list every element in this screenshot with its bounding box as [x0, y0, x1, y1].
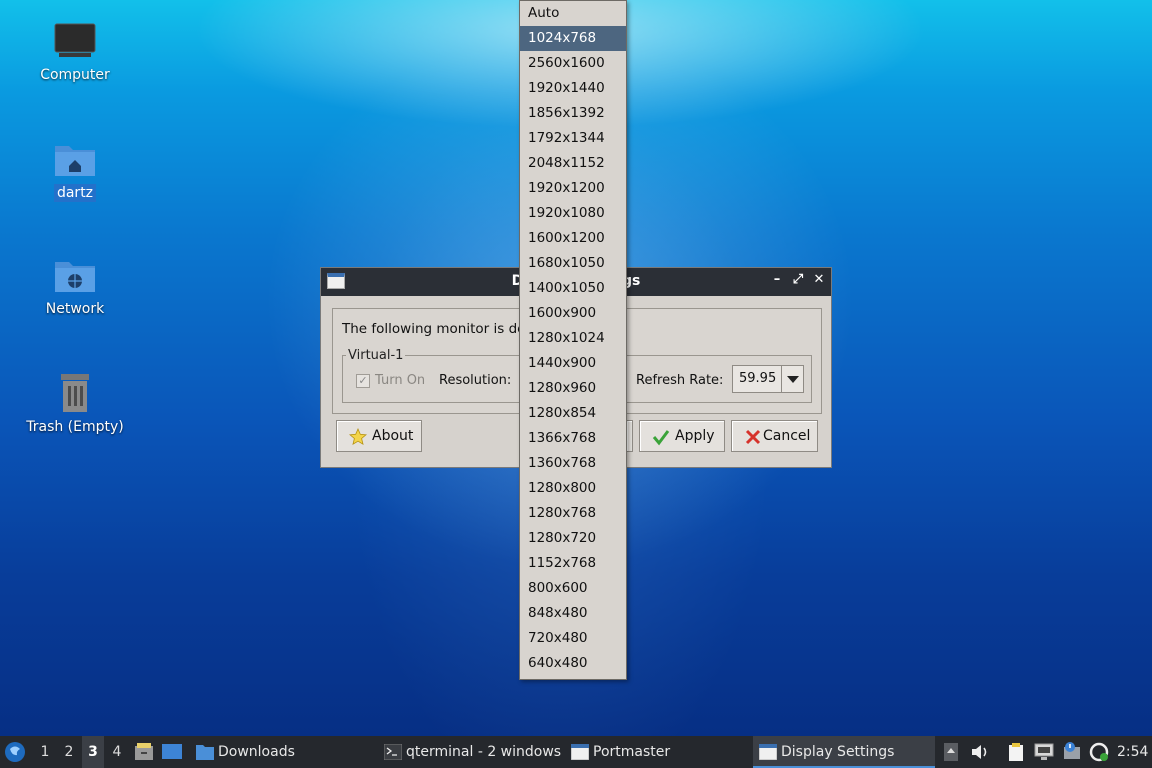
resolution-option[interactable]: 848x480	[520, 601, 626, 626]
desktop-icon-trash[interactable]: Trash (Empty)	[15, 372, 135, 436]
refresh-rate-value: 59.95	[739, 371, 777, 386]
desktop-icon-label: Trash (Empty)	[26, 419, 124, 435]
star-icon	[349, 428, 367, 446]
computer-icon	[54, 23, 96, 57]
minimize-icon[interactable]: –	[769, 272, 785, 290]
workspace-1[interactable]: 1	[34, 736, 56, 768]
quicklaunch-file-manager[interactable]	[134, 736, 156, 768]
resolution-option[interactable]: 1152x768	[520, 551, 626, 576]
show-desktop-icon	[162, 744, 182, 759]
resolution-option[interactable]: 1280x854	[520, 401, 626, 426]
desktop-icon-label: Computer	[40, 67, 110, 83]
update-icon	[1089, 742, 1109, 762]
desktop-icon-network[interactable]: Network	[15, 256, 135, 318]
trash-icon	[61, 374, 89, 412]
file-manager-icon	[135, 743, 153, 760]
desktop-icon-label: Network	[45, 301, 105, 317]
resolution-option[interactable]: 2560x1600	[520, 51, 626, 76]
resolution-dropdown-list[interactable]: Auto 1024x768 2560x1600 1920x1440 1856x1392 1…	[519, 0, 627, 680]
resolution-option[interactable]: 720x480	[520, 626, 626, 651]
workspace-3[interactable]: 3	[82, 736, 104, 768]
task-downloads[interactable]: Downloads	[196, 736, 371, 768]
clock[interactable]: 2:54	[1117, 736, 1151, 768]
home-folder-icon	[55, 146, 95, 176]
desktop-icon-dartz[interactable]: dartz	[15, 140, 135, 202]
close-icon[interactable]: ✕	[811, 272, 827, 290]
volume-control[interactable]	[970, 736, 994, 768]
terminal-icon	[384, 744, 402, 760]
task-portmaster[interactable]: Portmaster	[571, 736, 746, 768]
resolution-option[interactable]: 1280x1024	[520, 326, 626, 351]
resolution-option[interactable]: 1600x1200	[520, 226, 626, 251]
resolution-option[interactable]: 1280x960	[520, 376, 626, 401]
notification-icon	[1064, 742, 1080, 759]
hidden-button-edge	[627, 420, 633, 452]
scroll-up-icon	[944, 743, 958, 761]
monitor-group-label: Virtual-1	[346, 348, 406, 363]
resolution-option[interactable]: 800x600	[520, 576, 626, 601]
desktop-icon-computer[interactable]: Computer	[15, 22, 135, 84]
about-button[interactable]: About	[336, 420, 422, 452]
network-icon	[1034, 743, 1054, 760]
folder-icon	[196, 745, 214, 760]
cancel-icon	[745, 429, 761, 445]
resolution-option[interactable]: 2048x1152	[520, 151, 626, 176]
resolution-option[interactable]: 1400x1050	[520, 276, 626, 301]
workspace-4[interactable]: 4	[106, 736, 128, 768]
resolution-option[interactable]: 1680x1050	[520, 251, 626, 276]
resolution-option[interactable]: 1440x900	[520, 351, 626, 376]
resolution-option[interactable]: Auto	[520, 1, 626, 26]
resolution-option[interactable]: 1366x768	[520, 426, 626, 451]
resolution-option[interactable]: 640x480	[520, 651, 626, 676]
resolution-option[interactable]: 1920x1200	[520, 176, 626, 201]
update-tray[interactable]	[1088, 736, 1112, 768]
window-icon	[571, 744, 589, 760]
turn-on-label: Turn On	[375, 373, 426, 388]
tray-scroll[interactable]	[944, 736, 962, 768]
desktop-icon-label: dartz	[53, 184, 97, 202]
turn-on-checkbox[interactable]: ✓	[356, 374, 370, 388]
cancel-button[interactable]: Cancel	[731, 420, 818, 452]
network-tray[interactable]	[1034, 736, 1058, 768]
resolution-option[interactable]: 1024x768	[520, 26, 626, 51]
start-menu-button[interactable]	[4, 736, 28, 768]
taskbar: 1 2 3 4 Downloads qterminal - 2 windows	[0, 736, 1152, 768]
resolution-option[interactable]: 1920x1440	[520, 76, 626, 101]
maximize-icon[interactable]: ⤢	[790, 272, 806, 290]
chevron-down-icon[interactable]	[781, 366, 803, 392]
volume-icon	[972, 745, 987, 759]
clipboard-tray[interactable]	[1006, 736, 1030, 768]
resolution-label: Resolution:	[439, 373, 512, 388]
refresh-rate-label: Refresh Rate:	[636, 373, 724, 388]
apply-button[interactable]: Apply	[639, 420, 725, 452]
network-folder-icon	[55, 262, 95, 292]
task-qterminal[interactable]: qterminal - 2 windows	[384, 736, 564, 768]
window-icon	[759, 744, 777, 760]
refresh-rate-select[interactable]: 59.95	[732, 365, 804, 393]
lxqt-logo-icon	[5, 742, 25, 762]
notification-tray[interactable]	[1062, 736, 1086, 768]
resolution-option[interactable]: 1360x768	[520, 451, 626, 476]
resolution-option[interactable]: 1792x1344	[520, 126, 626, 151]
resolution-option[interactable]: 1280x768	[520, 501, 626, 526]
quicklaunch-desktop[interactable]	[162, 736, 184, 768]
clipboard-icon	[1009, 743, 1023, 761]
resolution-option[interactable]: 1600x900	[520, 301, 626, 326]
checkmark-icon	[652, 430, 670, 446]
resolution-option[interactable]: 1280x800	[520, 476, 626, 501]
resolution-option[interactable]: 1280x720	[520, 526, 626, 551]
resolution-option[interactable]: 1856x1392	[520, 101, 626, 126]
resolution-option[interactable]: 1920x1080	[520, 201, 626, 226]
task-display-settings[interactable]: Display Settings	[753, 736, 935, 768]
workspace-2[interactable]: 2	[58, 736, 80, 768]
